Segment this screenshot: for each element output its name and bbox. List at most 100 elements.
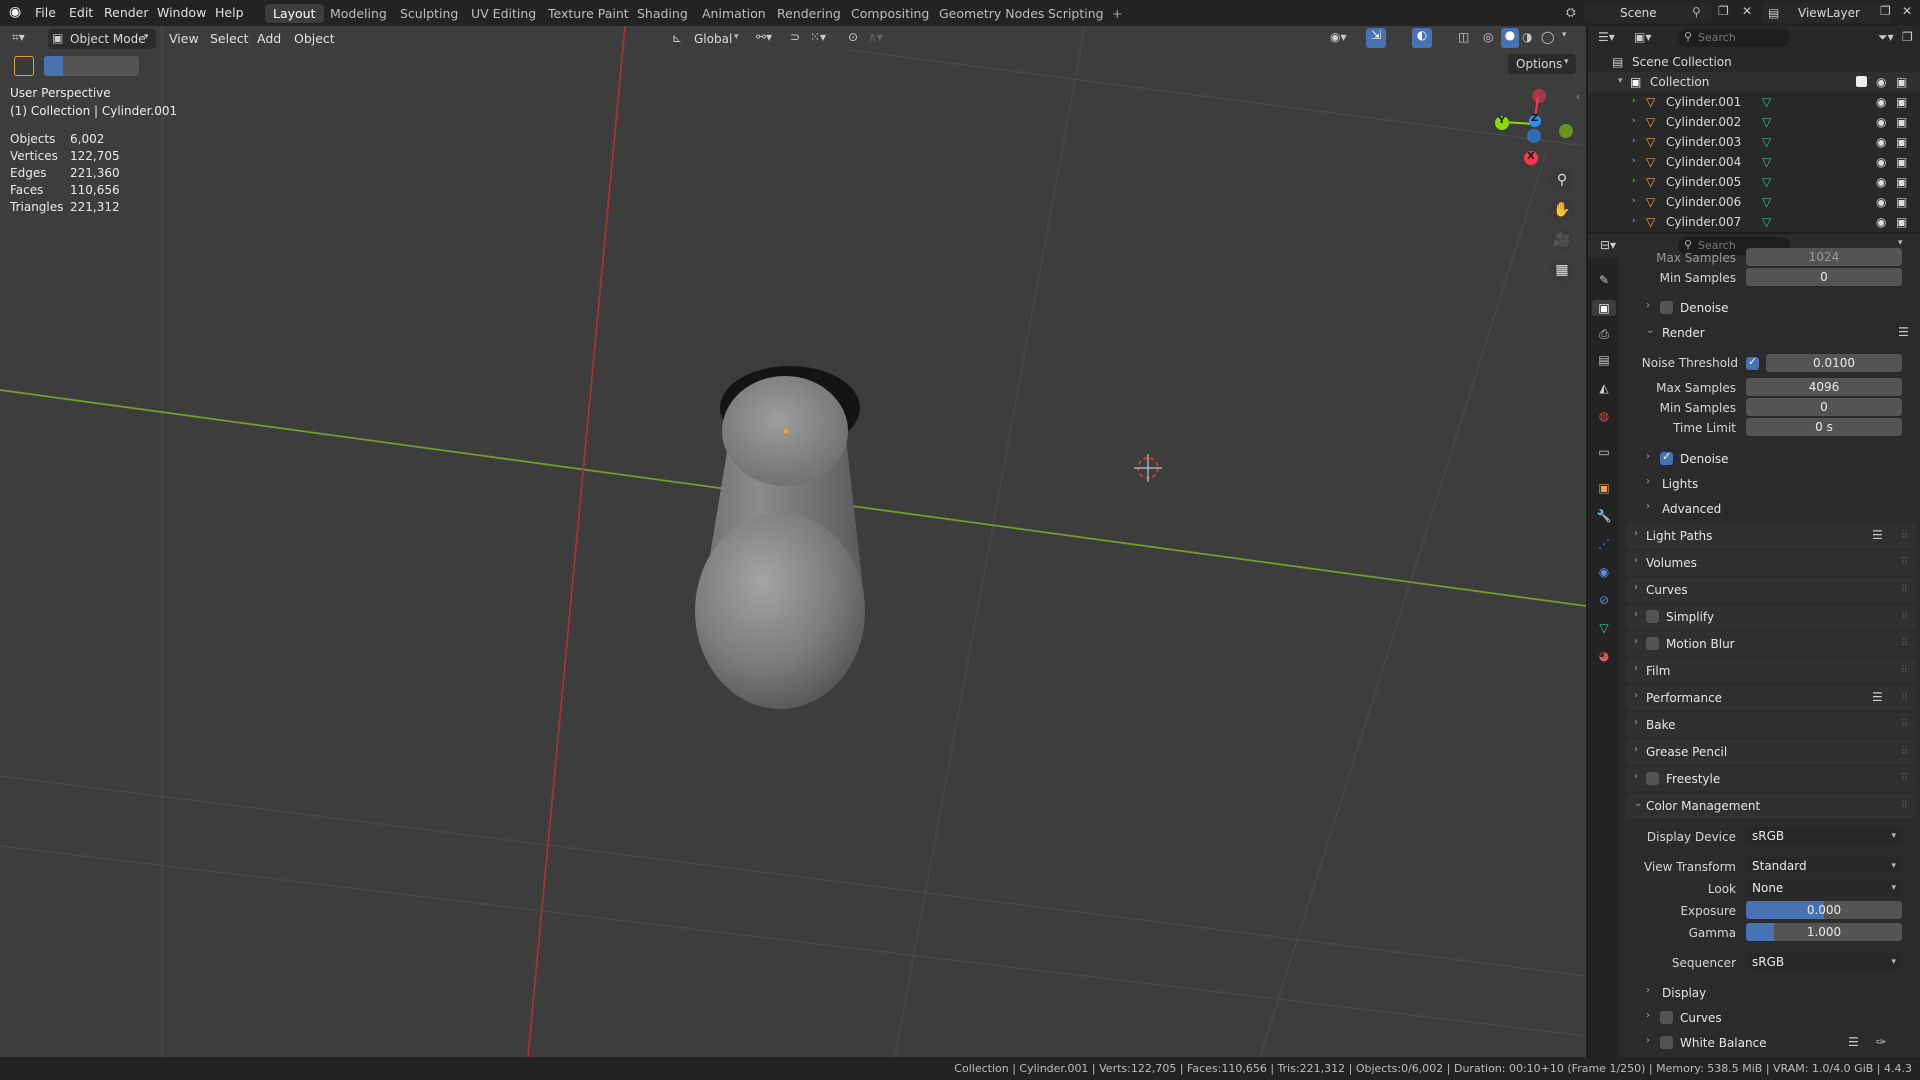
simplify-panel[interactable]: › Simplify ⠿ <box>1626 605 1916 629</box>
3d-viewport[interactable]: Y Z X ⚲ ✋ 🎥 ▦ ‹ User Perspective (1) Col… <box>0 26 1586 1057</box>
eye-icon[interactable]: ◉ <box>1876 195 1886 209</box>
pan-hand-icon[interactable]: ✋ <box>1550 198 1574 222</box>
light-paths-panel[interactable]: › Light Paths ☰ ⠿ <box>1626 524 1916 548</box>
outliner-object-row[interactable]: › ▽ Cylinder.006 ▽ ◉ ▣ <box>1588 192 1920 212</box>
outliner-object-row[interactable]: › ▽ Cylinder.003 ▽ ◉ ▣ <box>1588 132 1920 152</box>
select-tool-icon[interactable] <box>14 56 34 76</box>
select-new-icon[interactable] <box>44 56 63 76</box>
drag-handle-icon[interactable]: ⠿ <box>1901 638 1908 649</box>
render-subpanel[interactable]: ⌄ Render ☰ <box>1626 321 1916 345</box>
camera-icon[interactable]: ▣ <box>1896 175 1907 189</box>
eye-icon[interactable]: ◉ <box>1876 215 1886 229</box>
curves-subpanel-checkbox[interactable] <box>1660 1011 1673 1024</box>
blender-logo-icon[interactable]: ◉ <box>9 4 21 20</box>
eyedropper-icon[interactable]: ✑ <box>1876 1035 1886 1049</box>
render-denoise-checkbox[interactable] <box>1660 450 1673 465</box>
scene-tab-icon[interactable]: ◭ <box>1596 380 1612 396</box>
look-select[interactable]: None ▾ <box>1746 879 1902 897</box>
proportional-editing-icon[interactable]: ⊙ <box>848 30 858 44</box>
presets-list-icon[interactable]: ☰ <box>1872 528 1883 542</box>
menu-file[interactable]: File <box>35 5 56 20</box>
select-subtract-icon[interactable] <box>82 56 101 76</box>
outliner-object-row[interactable]: › ▽ Cylinder.005 ▽ ◉ ▣ <box>1588 172 1920 192</box>
3d-cursor-icon[interactable] <box>1134 454 1162 482</box>
output-tab-icon[interactable]: ⎙ <box>1596 326 1612 342</box>
time-limit-field[interactable]: 0 s <box>1746 418 1902 436</box>
select-intersect-icon[interactable] <box>120 56 139 76</box>
collection-tab-icon[interactable]: ▭ <box>1596 444 1612 460</box>
presets-list-icon[interactable]: ☰ <box>1848 1035 1859 1049</box>
object-tab-icon[interactable]: ▣ <box>1596 480 1612 496</box>
viewport-min-samples-field[interactable]: 0 <box>1746 268 1902 286</box>
filter-icon[interactable]: ⏷▾ <box>1878 30 1894 45</box>
delete-scene-icon[interactable]: ✕ <box>1742 4 1752 18</box>
pin-icon[interactable]: ⚲ <box>1692 5 1701 19</box>
mesh-data-icon[interactable]: ▽ <box>1762 135 1771 149</box>
options-chevron-icon[interactable]: ▾ <box>1898 238 1903 248</box>
curves-subpanel[interactable]: › Curves <box>1626 1006 1916 1030</box>
drag-handle-icon[interactable]: ⠿ <box>1901 611 1908 622</box>
viewport-denoise-checkbox[interactable] <box>1660 301 1673 314</box>
grease-pencil-panel[interactable]: › Grease Pencil ⠿ <box>1626 740 1916 764</box>
eye-icon[interactable]: ◉ <box>1876 175 1886 189</box>
snap-icon[interactable]: ⊃ <box>790 30 800 44</box>
noise-threshold-field[interactable]: 0.0100 <box>1766 354 1902 372</box>
editor-type-icon[interactable]: ⌗▾ <box>12 30 25 45</box>
simplify-checkbox[interactable] <box>1646 610 1659 623</box>
options-dropdown[interactable]: Options ▾ <box>1508 54 1576 74</box>
tab-geometry-nodes[interactable]: Geometry Nodes <box>931 4 1052 23</box>
shading-options-chevron-icon[interactable]: ▾ <box>1562 30 1567 40</box>
rendered-shading-icon[interactable]: ◯ <box>1541 30 1554 44</box>
outliner-scene-collection[interactable]: ▤ Scene Collection <box>1588 52 1920 72</box>
film-panel[interactable]: › Film ⠿ <box>1626 659 1916 683</box>
freestyle-panel[interactable]: › Freestyle ⠿ <box>1626 767 1916 791</box>
falloff-icon[interactable]: ∧▾ <box>868 30 883 44</box>
mesh-data-icon[interactable]: ▽ <box>1762 95 1771 109</box>
menu-window[interactable]: Window <box>157 5 206 20</box>
mode-selector[interactable]: ▣ Object Mode ▾ <box>48 29 156 49</box>
menu-render[interactable]: Render <box>104 5 149 20</box>
drag-handle-icon[interactable]: ⠿ <box>1901 665 1908 676</box>
motion-blur-checkbox[interactable] <box>1646 637 1659 650</box>
outliner-object-row[interactable]: › ▽ Cylinder.007 ▽ ◉ ▣ <box>1588 212 1920 232</box>
drag-handle-icon[interactable]: ⠿ <box>1901 692 1908 703</box>
outliner-search-input[interactable]: ⚲ Search <box>1678 29 1790 47</box>
display-device-select[interactable]: sRGB ▾ <box>1746 827 1902 845</box>
render-denoise-subpanel[interactable]: › Denoise <box>1626 447 1916 471</box>
particles-tab-icon[interactable]: ⋰ <box>1596 536 1612 552</box>
scene-selector[interactable]: ⛭ Scene ⚲ <box>1566 3 1712 23</box>
outliner-object-row[interactable]: › ▽ Cylinder.001 ▽ ◉ ▣ <box>1588 92 1920 112</box>
drag-handle-icon[interactable]: ⠿ <box>1901 773 1908 784</box>
perspective-grid-icon[interactable]: ▦ <box>1550 258 1574 282</box>
render-tab-icon[interactable]: ▣ <box>1592 300 1616 316</box>
eye-icon[interactable]: ◉ <box>1876 155 1886 169</box>
tab-sculpting[interactable]: Sculpting <box>392 4 466 23</box>
menu-object[interactable]: Object <box>294 31 335 46</box>
noise-threshold-checkbox[interactable] <box>1746 355 1759 370</box>
mesh-data-icon[interactable]: ▽ <box>1762 195 1771 209</box>
tab-uv-editing[interactable]: UV Editing <box>463 4 544 23</box>
camera-icon[interactable]: ▣ <box>1896 95 1907 109</box>
constraints-tab-icon[interactable]: ⊘ <box>1596 592 1612 608</box>
select-invert-icon[interactable] <box>101 56 120 76</box>
mesh-data-icon[interactable]: ▽ <box>1762 155 1771 169</box>
motion-blur-panel[interactable]: › Motion Blur ⠿ <box>1626 632 1916 656</box>
color-management-panel[interactable]: ⌄ Color Management ⠿ <box>1626 794 1916 818</box>
presets-list-icon[interactable]: ☰ <box>1898 325 1909 339</box>
drag-handle-icon[interactable]: ⠿ <box>1901 719 1908 730</box>
freestyle-checkbox[interactable] <box>1646 772 1659 785</box>
outliner-object-row[interactable]: › ▽ Cylinder.004 ▽ ◉ ▣ <box>1588 152 1920 172</box>
exclude-checkbox[interactable] <box>1856 76 1867 87</box>
view-transform-select[interactable]: Standard ▾ <box>1746 857 1902 875</box>
drag-handle-icon[interactable]: ⠿ <box>1901 557 1908 568</box>
drag-handle-icon[interactable]: ⠿ <box>1901 746 1908 757</box>
menu-edit[interactable]: Edit <box>69 5 93 20</box>
new-scene-icon[interactable]: ❐ <box>1718 4 1729 18</box>
camera-icon[interactable]: ▣ <box>1896 115 1907 129</box>
viewport-denoise-subpanel[interactable]: › Denoise <box>1626 296 1916 320</box>
overlays-toggle-icon[interactable]: ◐ <box>1412 28 1432 48</box>
tab-rendering[interactable]: Rendering <box>769 4 849 23</box>
sphere-object[interactable] <box>695 513 865 709</box>
xray-icon[interactable]: ◫ <box>1458 30 1469 44</box>
curves-panel[interactable]: › Curves ⠿ <box>1626 578 1916 602</box>
